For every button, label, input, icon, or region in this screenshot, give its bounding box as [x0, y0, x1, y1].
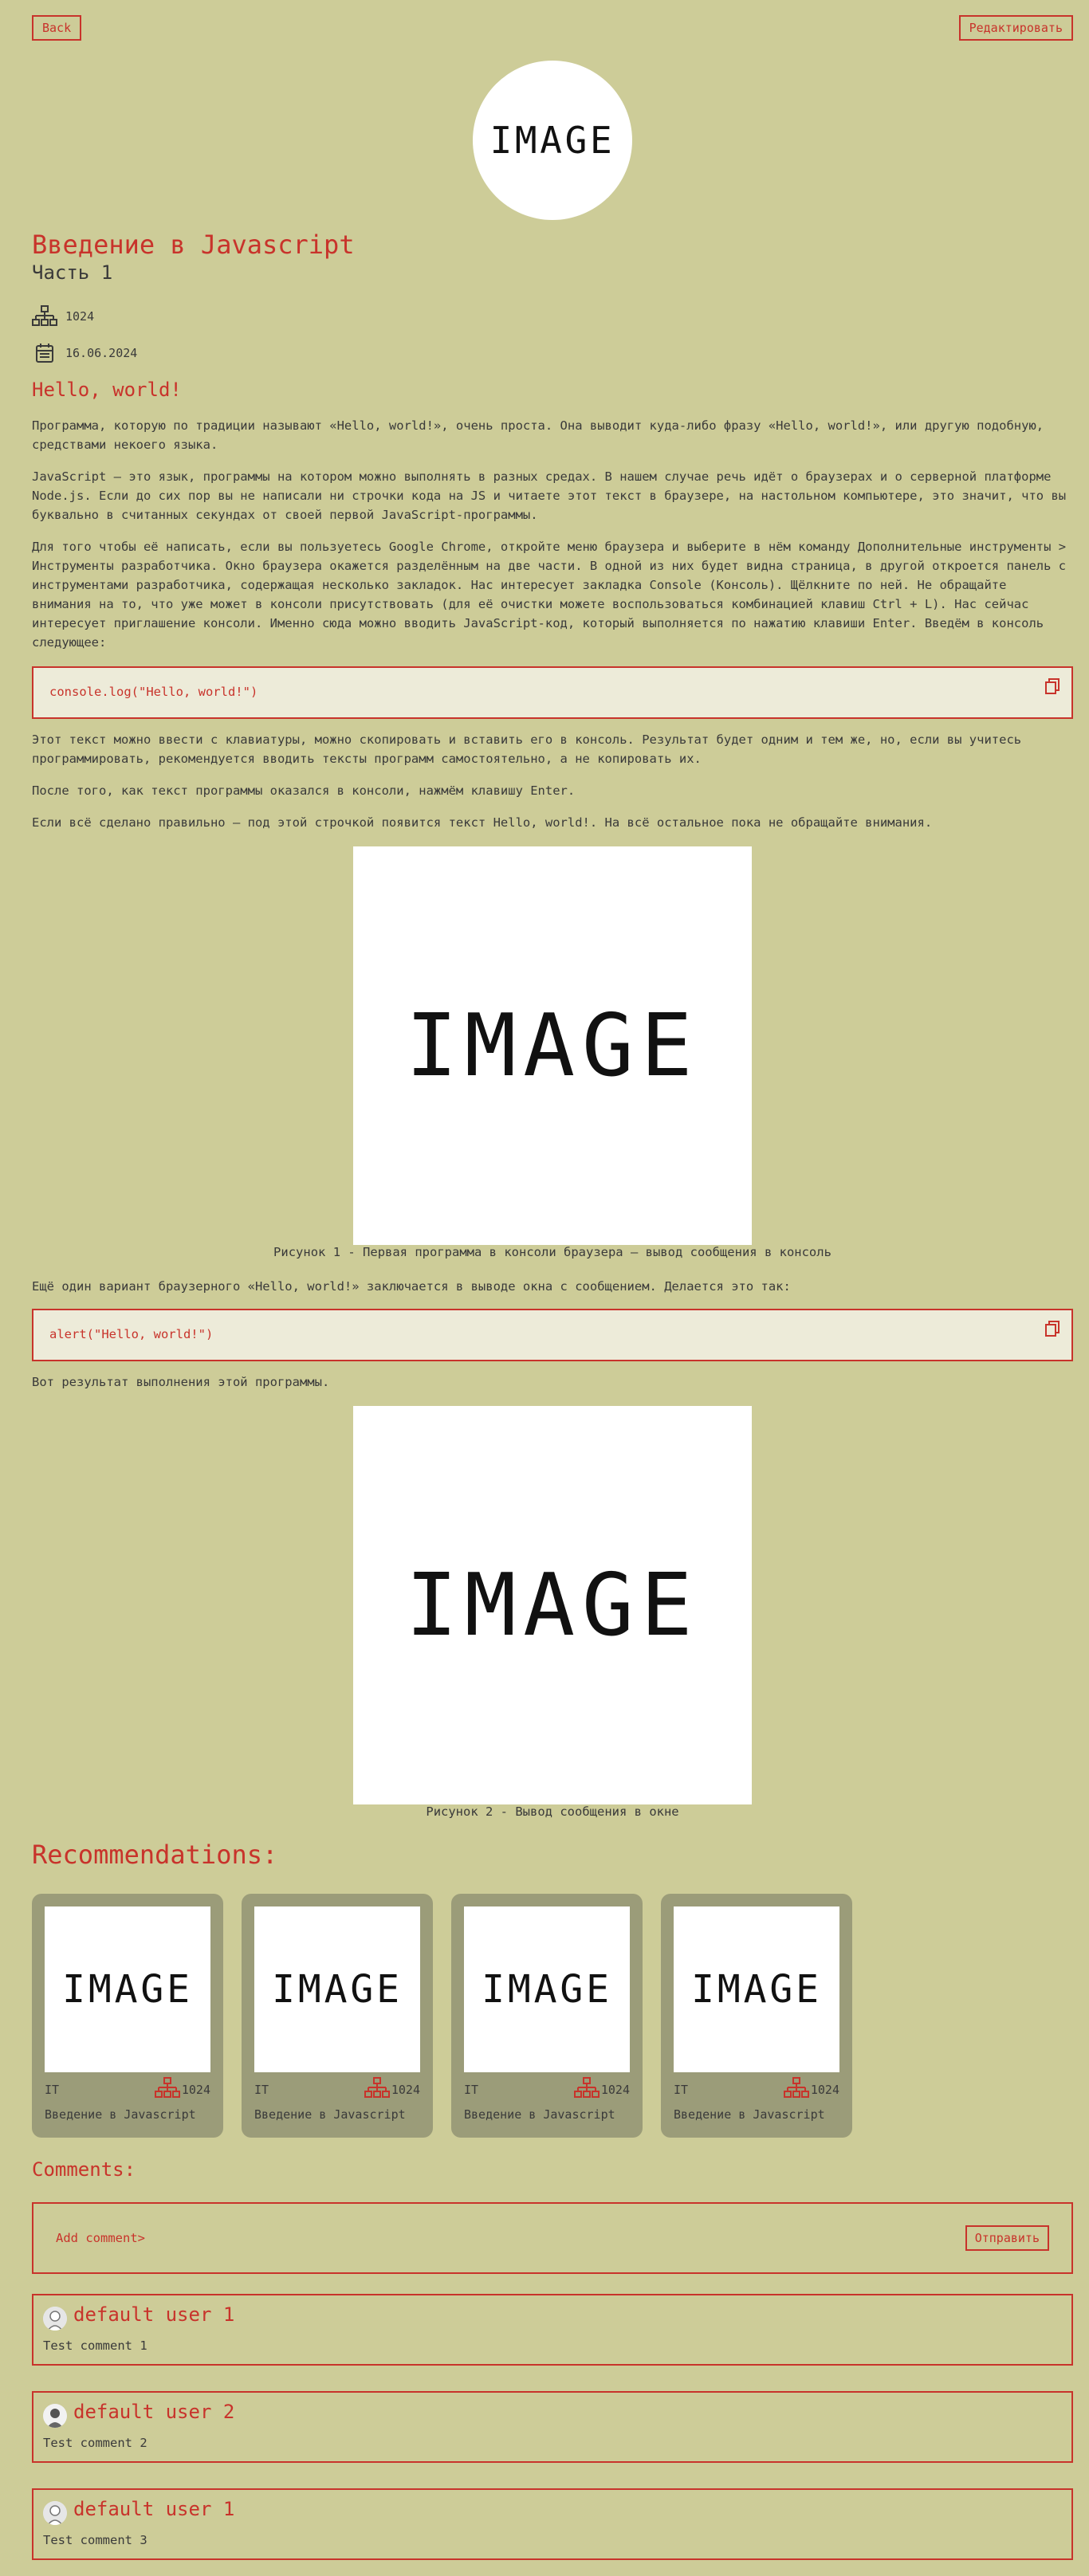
comment-username: default user 1: [73, 2498, 235, 2520]
publish-date: 16.06.2024: [65, 346, 138, 360]
back-button[interactable]: Back: [32, 15, 82, 41]
paragraph: JavaScript — это язык, программы на кото…: [32, 469, 1067, 522]
recommendation-card[interactable]: IMAGE IT 1024 Введение в Javascript: [451, 1894, 643, 2138]
hierarchy-icon: [783, 2076, 809, 2103]
card-image: IMAGE: [464, 1906, 630, 2072]
code-text: console.log("Hello, world!"): [49, 685, 258, 699]
card-views: 1024: [600, 2083, 630, 2097]
figure-caption: Рисунок 1 - Первая программа в консоли б…: [273, 1245, 831, 1259]
card-title: Введение в Javascript: [674, 2107, 825, 2122]
code-block: alert("Hello, world!"): [32, 1309, 1073, 1361]
paragraph: Программа, которую по традиции называют …: [32, 418, 1044, 452]
card-views: 1024: [391, 2083, 420, 2097]
section-heading: Hello, world!: [32, 379, 182, 401]
recommendation-card[interactable]: IMAGE IT 1024 Введение в Javascript: [32, 1894, 223, 2138]
add-comment-form: Add comment> Отправить: [32, 2202, 1073, 2274]
figure-image: IMAGE: [353, 1406, 752, 1804]
recommendations-title: Recommendations:: [32, 1840, 278, 1870]
send-comment-button[interactable]: Отправить: [965, 2225, 1049, 2251]
card-category: IT: [674, 2083, 689, 2097]
comment-text: Test comment 3: [43, 2533, 147, 2547]
code-text: alert("Hello, world!"): [49, 1327, 214, 1341]
paragraph: Этот текст можно ввести с клавиатуры, мо…: [32, 732, 1022, 766]
edit-button[interactable]: Редактировать: [958, 15, 1073, 41]
calendar-icon: [35, 343, 54, 363]
hierarchy-icon: [32, 304, 57, 328]
figure-image: IMAGE: [353, 846, 752, 1245]
paragraph: Вот результат выполнения этой программы.: [32, 1375, 330, 1389]
add-comment-input[interactable]: Add comment>: [56, 2231, 145, 2245]
card-category: IT: [464, 2083, 479, 2097]
comment-text: Test comment 2: [43, 2436, 147, 2450]
figure-caption: Рисунок 2 - Вывод сообщения в окне: [426, 1804, 679, 1819]
card-title: Введение в Javascript: [464, 2107, 615, 2122]
article-title: Введение в Javascript: [32, 230, 355, 260]
comment-username: default user 1: [73, 2303, 235, 2326]
paragraph: Если всё сделано правильно — под этой ст…: [32, 815, 933, 830]
comment-username: default user 2: [73, 2401, 235, 2423]
comments-title: Comments:: [32, 2158, 136, 2181]
avatar: [43, 2501, 67, 2525]
views-count: 1024: [65, 309, 95, 324]
hierarchy-icon: [154, 2076, 180, 2103]
copy-icon[interactable]: [1044, 677, 1060, 698]
avatar: [43, 2307, 67, 2331]
paragraph: Для того чтобы её написать, если вы поль…: [32, 540, 1067, 650]
card-image: IMAGE: [674, 1906, 839, 2072]
comment: default user 2 Test comment 2: [32, 2391, 1073, 2463]
article-cover-image: IMAGE: [473, 61, 632, 220]
views-meta: 1024: [32, 304, 94, 328]
card-image: IMAGE: [45, 1906, 210, 2072]
paragraph: После того, как текст программы оказался…: [32, 783, 576, 798]
article-subtitle: Часть 1: [32, 261, 113, 284]
comment: default user 1 Test comment 1: [32, 2294, 1073, 2366]
card-category: IT: [254, 2083, 269, 2097]
comment: default user 1 Test comment 3: [32, 2488, 1073, 2560]
card-title: Введение в Javascript: [254, 2107, 406, 2122]
hierarchy-icon: [364, 2076, 390, 2103]
avatar: [43, 2404, 67, 2428]
card-views: 1024: [181, 2083, 210, 2097]
comment-text: Test comment 1: [43, 2338, 147, 2353]
recommendation-card[interactable]: IMAGE IT 1024 Введение в Javascript: [661, 1894, 852, 2138]
card-title: Введение в Javascript: [45, 2107, 196, 2122]
date-meta: 16.06.2024: [32, 343, 137, 363]
card-category: IT: [45, 2083, 60, 2097]
paragraph: Ещё один вариант браузерного «Hello, wor…: [32, 1279, 791, 1294]
hierarchy-icon: [573, 2076, 600, 2103]
card-image: IMAGE: [254, 1906, 420, 2072]
code-block: console.log("Hello, world!"): [32, 666, 1073, 719]
card-views: 1024: [810, 2083, 839, 2097]
recommendation-card[interactable]: IMAGE IT 1024 Введение в Javascript: [242, 1894, 433, 2138]
copy-icon[interactable]: [1044, 1320, 1060, 1341]
